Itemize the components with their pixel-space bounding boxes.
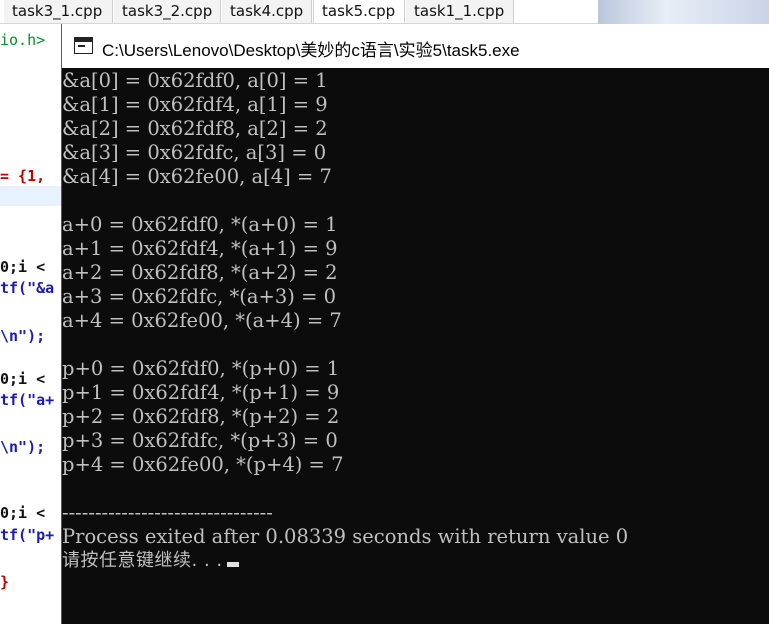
current-line-highlight xyxy=(0,186,62,206)
code-include: io.h> xyxy=(0,31,46,49)
output-line: a+2 = 0x62fdf8, *(a+2) = 2 xyxy=(62,261,338,284)
output-line: p+1 = 0x62fdf4, *(p+1) = 9 xyxy=(62,381,340,404)
code-printf-2: tf("a+ xyxy=(0,391,55,409)
code-printf-1: tf("&a xyxy=(0,279,55,297)
console-title-bar[interactable]: C:\Users\Lenovo\Desktop\美妙的c语言\实验5\task5… xyxy=(62,24,769,68)
output-line: a+3 = 0x62fdfc, *(a+3) = 0 xyxy=(62,285,337,308)
press-any-key-prompt: 请按任意键继续. . . xyxy=(62,549,769,573)
output-line: &a[1] = 0x62fdf4, a[1] = 9 xyxy=(62,93,328,116)
output-separator: -------------------------------- xyxy=(62,501,273,524)
code-array-init: = {1, xyxy=(0,167,46,185)
output-line: a+4 = 0x62fe00, *(a+4) = 7 xyxy=(62,309,342,332)
code-newline-1: \n"); xyxy=(0,327,46,345)
code-loop-1: 0;i < xyxy=(0,258,46,276)
prompt-text: 请按任意键继续. . . xyxy=(62,550,223,571)
output-line: &a[4] = 0x62fe00, a[4] = 7 xyxy=(62,165,332,188)
output-line-blank xyxy=(62,189,769,213)
process-exit-message: Process exited after 0.08339 seconds wit… xyxy=(62,525,629,548)
output-line: &a[3] = 0x62fdfc, a[3] = 0 xyxy=(62,141,327,164)
console-output[interactable]: &a[0] = 0x62fdf0, a[0] = 1 &a[1] = 0x62f… xyxy=(62,69,769,573)
text-cursor xyxy=(226,562,239,567)
output-line: p+0 = 0x62fdf0, *(p+0) = 1 xyxy=(62,357,340,380)
output-line: &a[0] = 0x62fdf0, a[0] = 1 xyxy=(62,69,328,92)
output-line: a+1 = 0x62fdf4, *(a+1) = 9 xyxy=(62,237,338,260)
output-line: a+0 = 0x62fdf0, *(a+0) = 1 xyxy=(62,213,338,236)
output-line: p+2 = 0x62fdf8, *(p+2) = 2 xyxy=(62,405,340,428)
console-app-icon xyxy=(74,37,93,54)
code-editor[interactable]: io.h> = {1, 0;i < tf("&a \n"); 0;i < tf(… xyxy=(0,24,62,624)
tab-task3-2[interactable]: task3_2.cpp xyxy=(114,0,221,23)
output-line: &a[2] = 0x62fdf8, a[2] = 2 xyxy=(62,117,328,140)
output-line-blank xyxy=(62,477,769,501)
output-line: p+3 = 0x62fdfc, *(p+3) = 0 xyxy=(62,429,338,452)
console-title: C:\Users\Lenovo\Desktop\美妙的c语言\实验5\task5… xyxy=(102,41,520,60)
code-newline-2: \n"); xyxy=(0,438,46,456)
output-line: p+4 = 0x62fe00, *(p+4) = 7 xyxy=(62,453,344,476)
output-line-blank xyxy=(62,333,769,357)
code-loop-2: 0;i < xyxy=(0,370,46,388)
tab-task5[interactable]: task5.cpp xyxy=(313,0,405,23)
console-window[interactable]: C:\Users\Lenovo\Desktop\美妙的c语言\实验5\task5… xyxy=(61,24,769,624)
editor-tab-strip: task3_1.cpp task3_2.cpp task4.cpp task5.… xyxy=(0,0,769,24)
tab-strip-background xyxy=(598,0,769,24)
tab-task4[interactable]: task4.cpp xyxy=(222,0,312,23)
code-printf-3: tf("p+ xyxy=(0,526,55,544)
code-loop-3: 0;i < xyxy=(0,504,46,522)
code-closing-brace: } xyxy=(0,573,10,591)
tab-task3-1[interactable]: task3_1.cpp xyxy=(4,0,113,23)
tab-task1-1[interactable]: task1_1.cpp xyxy=(406,0,514,23)
